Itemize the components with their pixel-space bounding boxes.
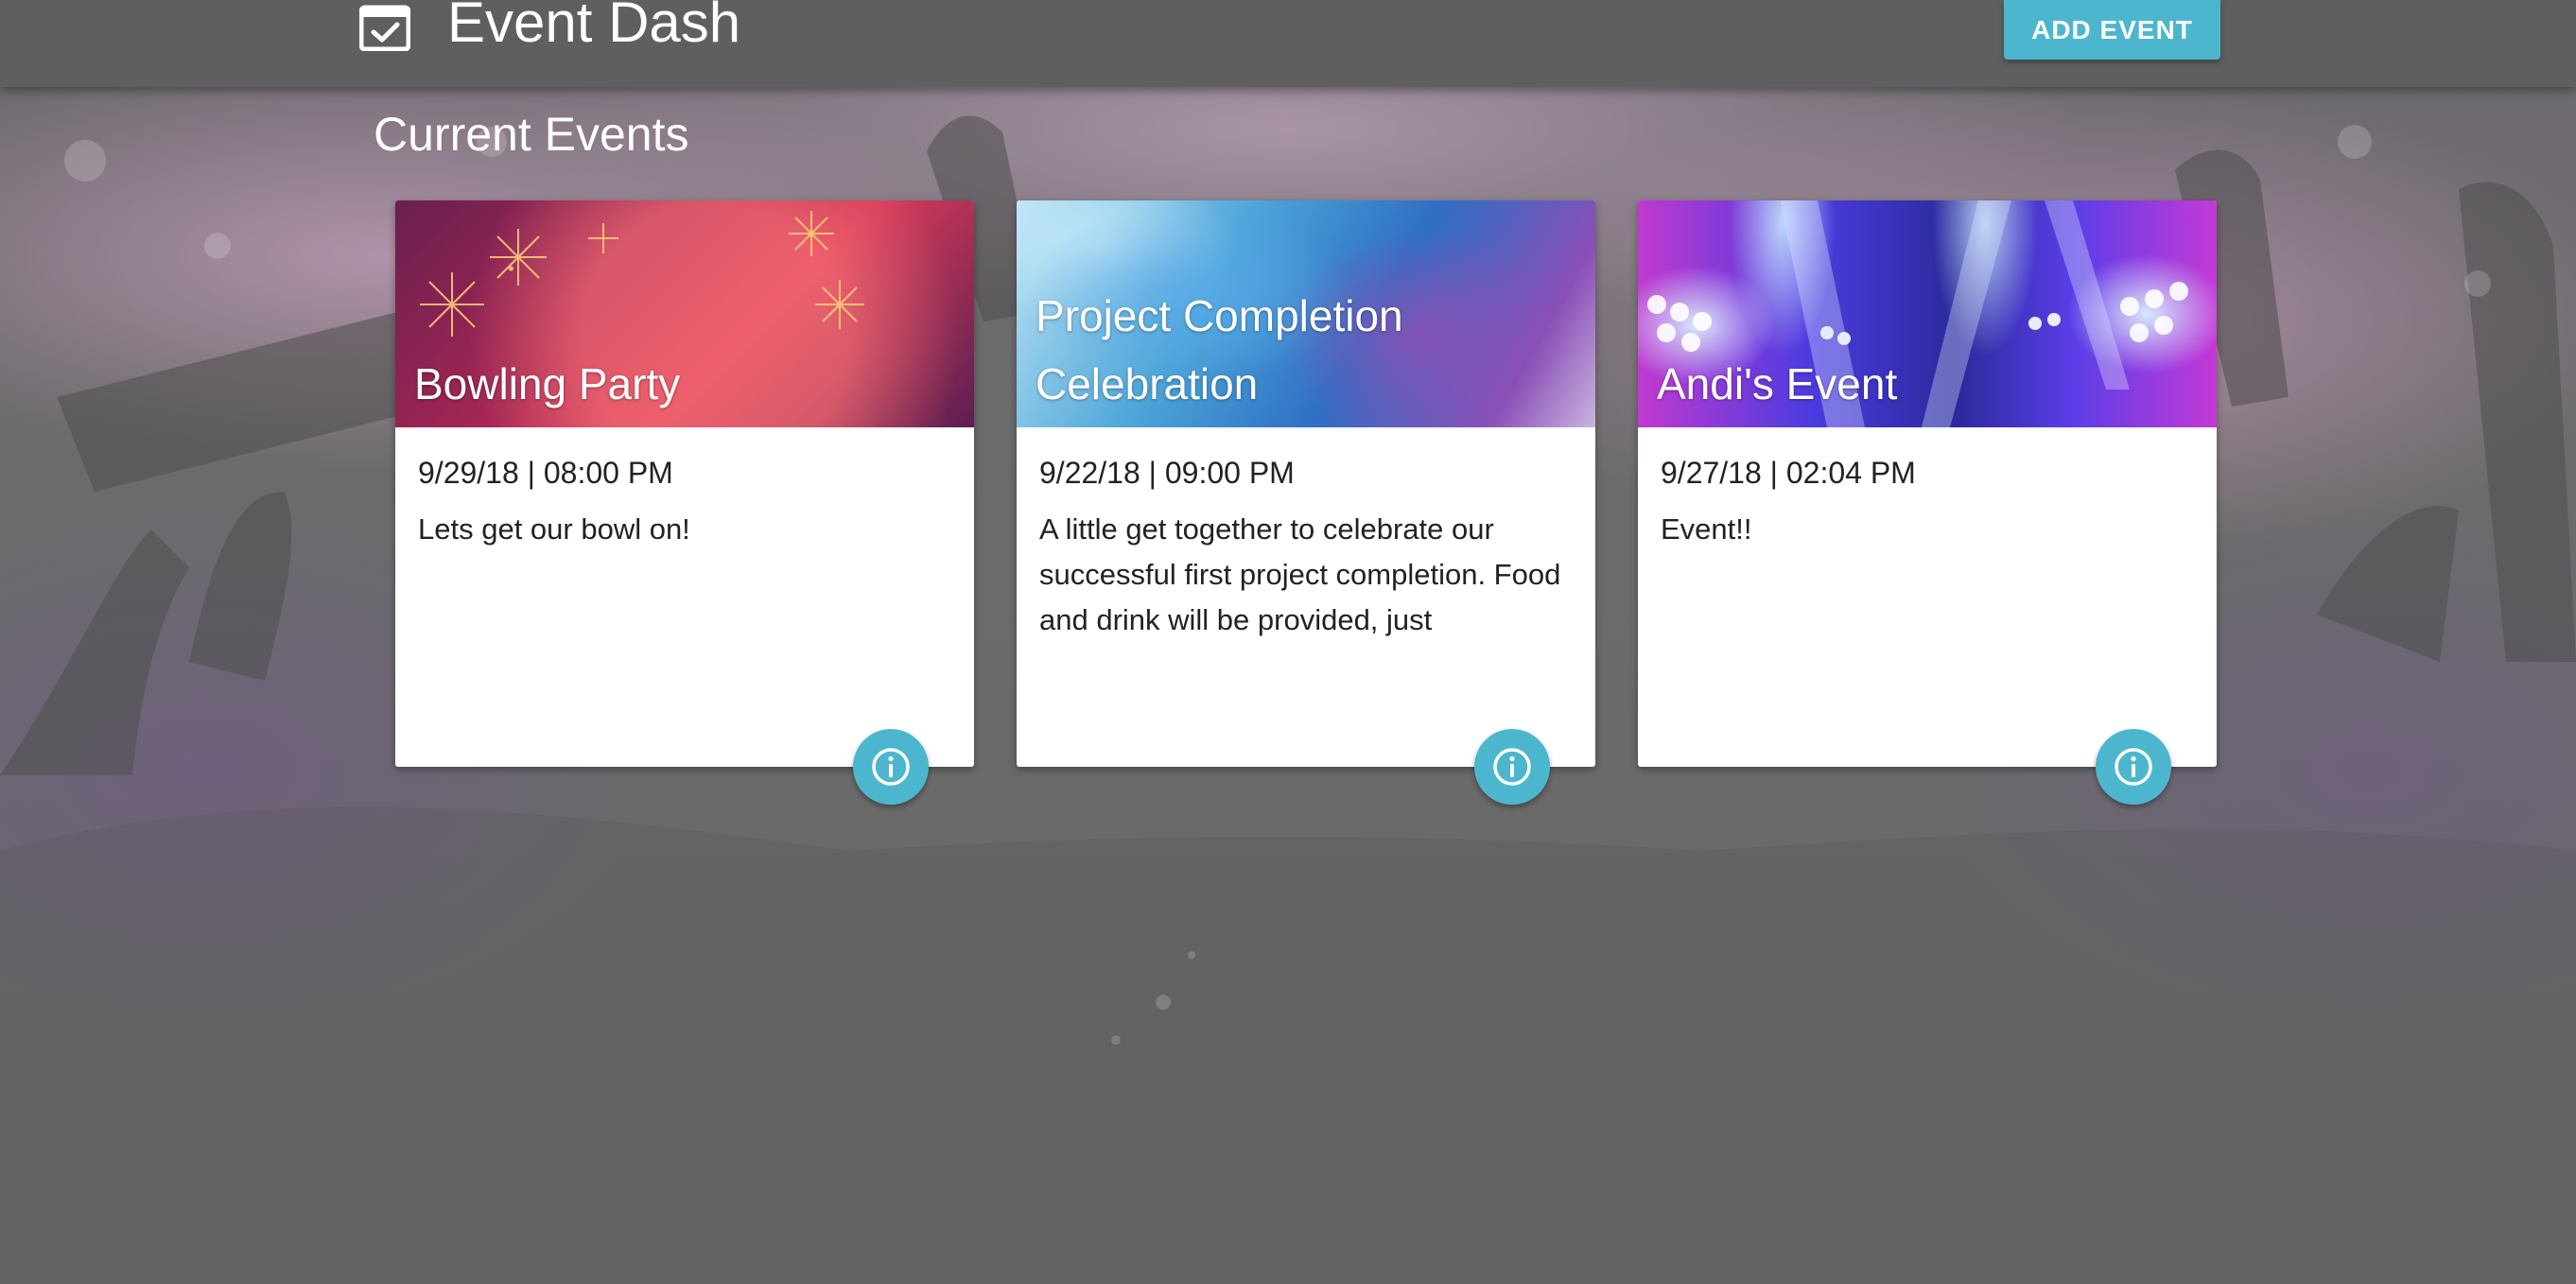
event-description: Event!! bbox=[1661, 512, 1752, 546]
info-icon bbox=[2113, 746, 2154, 788]
event-date-time: 9/29/18 | 08:00 PM bbox=[418, 456, 673, 490]
event-card[interactable]: Andi's Event 9/27/18 | 02:04 PM Event!! bbox=[1638, 200, 2217, 805]
event-card-image-fireworks: Bowling Party bbox=[395, 200, 974, 427]
event-date-time: 9/22/18 | 09:00 PM bbox=[1039, 456, 1295, 490]
event-info-button[interactable] bbox=[2096, 729, 2171, 805]
event-description: A little get together to celebrate our s… bbox=[1039, 512, 1561, 636]
event-info-button[interactable] bbox=[853, 729, 929, 805]
event-card-image-watercolor: Project Completion Celebration bbox=[1017, 200, 1595, 427]
add-event-button[interactable]: ADD EVENT bbox=[2004, 0, 2220, 60]
section-title-current-events: Current Events bbox=[374, 108, 689, 161]
event-info-button[interactable] bbox=[1474, 729, 1550, 805]
event-title: Andi's Event bbox=[1657, 359, 1898, 408]
event-title: Bowling Party bbox=[414, 359, 681, 408]
info-icon bbox=[1491, 746, 1533, 788]
info-icon bbox=[870, 746, 912, 788]
event-date-time: 9/27/18 | 02:04 PM bbox=[1661, 456, 1916, 490]
event-card-image-stage-lights: Andi's Event bbox=[1638, 200, 2217, 427]
event-card[interactable]: Bowling Party 9/29/18 | 08:00 PM Lets ge… bbox=[395, 200, 974, 805]
top-app-bar: Event Dash ADD EVENT bbox=[0, 0, 2576, 87]
calendar-check-icon bbox=[358, 2, 411, 52]
event-description: Lets get our bowl on! bbox=[418, 512, 690, 546]
event-card[interactable]: Project Completion Celebration 9/22/18 |… bbox=[1017, 200, 1595, 805]
app-title: Event Dash bbox=[447, 0, 741, 54]
event-title: Project Completion Celebration bbox=[1036, 291, 1403, 408]
